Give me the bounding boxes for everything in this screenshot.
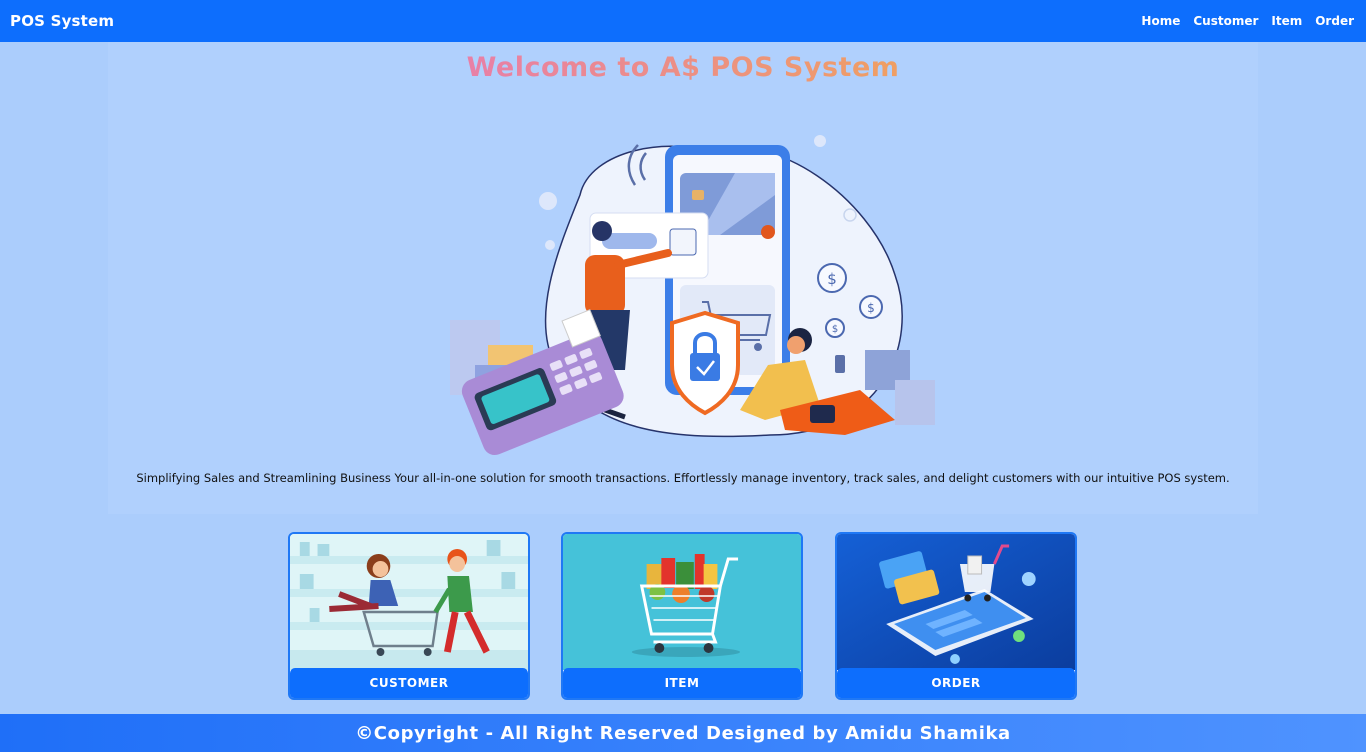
top-navbar: POS System Home Customer Item Order [0,0,1366,42]
footer: ©Copyright - All Right Reserved Designed… [0,714,1366,752]
item-card-button[interactable]: ITEM [563,668,801,698]
hero-tagline: Simplifying Sales and Streamlining Busin… [136,471,1230,485]
nav-link-customer[interactable]: Customer [1193,14,1258,28]
svg-text:$: $ [867,301,875,315]
customer-card-button[interactable]: CUSTOMER [290,668,528,698]
page-title: Welcome to A$ POS System [0,52,1366,83]
order-card-button[interactable]: ORDER [837,668,1075,698]
item-card-image [563,534,801,670]
item-card[interactable]: ITEM [561,532,803,700]
nav-link-order[interactable]: Order [1315,14,1354,28]
pos-hero-illustration: $ $ $ [450,135,935,456]
customer-card-image [290,534,528,670]
svg-text:$: $ [832,324,838,335]
nav-link-home[interactable]: Home [1141,14,1180,28]
order-card[interactable]: ORDER [835,532,1077,700]
nav-link-item[interactable]: Item [1271,14,1302,28]
footer-copyright: ©Copyright - All Right Reserved Designed… [355,722,1011,744]
order-card-image [837,534,1075,670]
navbar-brand[interactable]: POS System [10,12,114,30]
customer-card[interactable]: CUSTOMER [288,532,530,700]
nav-links: Home Customer Item Order [1141,14,1354,28]
svg-text:$: $ [827,270,837,288]
